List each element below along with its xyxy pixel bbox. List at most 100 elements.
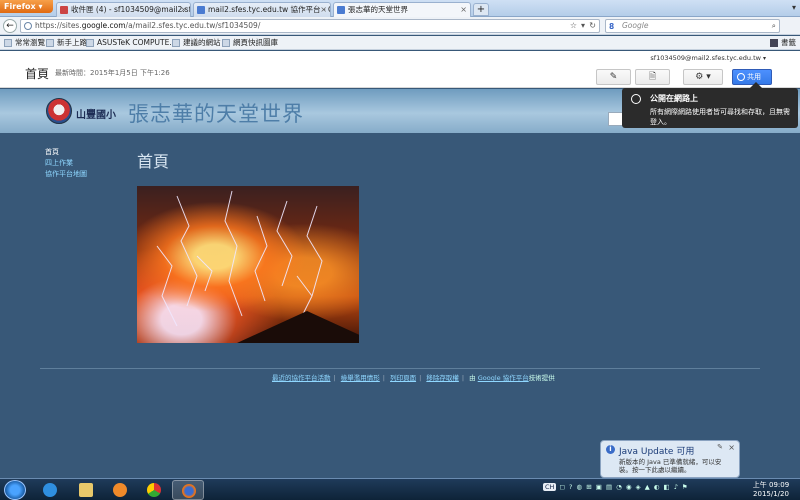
sites-icon — [337, 6, 345, 14]
close-icon[interactable]: × — [728, 443, 735, 452]
url-prefix: https://sites. — [35, 21, 82, 30]
start-button[interactable] — [4, 480, 26, 500]
volcanic-lightning-photo[interactable] — [137, 186, 359, 343]
windows-taskbar: CH ◻ ? ◍ ⊞ ▣ ▤ ◔ ◉ ◈ ▲ ◐ ◧ ♪ ⚑ 上午 09:09 … — [0, 478, 800, 500]
bookmark-label: 常常瀏覽 — [15, 38, 45, 47]
search-placeholder: Google — [622, 21, 649, 30]
language-indicator[interactable]: CH — [543, 483, 557, 491]
bookmark-item[interactable]: ASUSTeK COMPUTE... — [86, 36, 176, 50]
bookmark-item[interactable]: 新手上路 — [46, 36, 87, 50]
bookmark-icon — [4, 39, 12, 47]
back-button[interactable]: ← — [3, 19, 17, 33]
footer-link-google-sites[interactable]: Google 協作平台 — [478, 374, 529, 382]
sites-icon — [197, 6, 205, 14]
firefox-menu-button[interactable]: Firefox ▾ — [0, 0, 53, 13]
footer-powered-suffix: 技術提供 — [528, 374, 555, 382]
pencil-icon: ✎ — [609, 72, 618, 82]
tab-label: mail2.sfes.tyc.edu.tw 協作平台 - Go... — [208, 5, 330, 14]
close-icon[interactable]: × — [460, 3, 467, 16]
footer-divider — [40, 368, 760, 369]
chevron-down-icon[interactable]: ▾ — [792, 3, 796, 12]
firefox-icon — [182, 484, 196, 498]
search-input[interactable]: 8 Google ⌕ — [605, 19, 780, 33]
chevron-down-icon: ▾ — [706, 72, 711, 82]
bookmark-item[interactable]: 網頁快訊圖庫 — [222, 36, 278, 50]
chevron-down-icon: ▾ — [762, 55, 766, 62]
bookmark-label: ASUSTeK COMPUTE... — [97, 38, 177, 47]
bookmarks-toolbar: 常常瀏覽 新手上路 ASUSTeK COMPUTE... 建議的網站 網頁快訊圖… — [0, 36, 800, 50]
bookmark-label: 建議的網站 — [183, 38, 221, 47]
navigation-bar: ← https://sites.google.com/a/mail2.sfes.… — [0, 17, 800, 35]
firefox-menu-label: Firefox — [4, 2, 36, 11]
gmail-icon — [60, 6, 68, 14]
system-clock[interactable]: 上午 09:09 2015/1/20 — [745, 481, 797, 499]
sidebar-item-homework[interactable]: 四上作業 — [45, 158, 87, 169]
tab-label: 收件匣 (4) - sf1034509@mail2.sfes... — [71, 5, 191, 14]
folder-icon — [79, 483, 93, 497]
footer-link-recent-activity[interactable]: 最近的協作平台活動 — [272, 374, 331, 382]
globe-icon — [24, 22, 32, 30]
edit-page-button[interactable]: ✎ — [596, 69, 631, 85]
volcano-silhouette — [237, 311, 359, 343]
footer-link-remove-access[interactable]: 移除存取權 — [426, 374, 459, 382]
sidebar-item-sitemap[interactable]: 協作平台地圖 — [45, 169, 87, 180]
bookmark-label: 網頁快訊圖庫 — [233, 38, 278, 47]
wrench-icon[interactable]: ✎ — [717, 443, 723, 451]
url-host: google.com — [81, 21, 126, 30]
tab-label: 張志華的天堂世界 — [348, 5, 408, 14]
close-icon[interactable]: × — [180, 3, 187, 16]
sites-header: 首頁 最新時間：2015年1月5日 下午1:26 sf1034509@mail2… — [0, 51, 800, 88]
close-icon[interactable]: × — [320, 3, 327, 16]
reload-icon[interactable]: ↻ — [589, 20, 596, 32]
internet-explorer-icon — [43, 483, 57, 497]
globe-icon — [737, 73, 745, 81]
globe-icon — [631, 94, 641, 104]
new-tab-button[interactable]: + — [473, 3, 489, 16]
search-icon[interactable]: ⌕ — [772, 20, 776, 32]
google-search-engine-icon[interactable]: 8 — [609, 21, 614, 33]
footer-link-report-abuse[interactable]: 檢舉濫用情形 — [341, 374, 380, 382]
bookmark-item[interactable]: 常常瀏覽 — [4, 36, 45, 50]
new-page-button[interactable]: 🗎 — [635, 69, 670, 85]
bookmark-icon — [222, 39, 230, 47]
gear-icon: ⚙ — [695, 72, 704, 82]
tab-bar: Firefox ▾ 收件匣 (4) - sf1034509@mail2.sfes… — [0, 0, 800, 18]
bookmark-item[interactable]: 建議的網站 — [172, 36, 221, 50]
updated-timestamp: 最新時間：2015年1月5日 下午1:26 — [55, 69, 170, 77]
bookmark-icon — [172, 39, 180, 47]
taskbar-chrome[interactable] — [138, 480, 170, 500]
sidebar-navigation: 首頁 四上作業 協作平台地圖 — [45, 147, 87, 180]
account-menu[interactable]: sf1034509@mail2.sfes.tyc.edu.tw ▾ — [650, 54, 766, 62]
clock-time: 上午 09:09 — [752, 481, 790, 489]
bookmarks-menu[interactable]: 書籤 — [770, 36, 796, 50]
school-name: 山豐國小 — [76, 110, 116, 121]
bookmarks-icon — [770, 39, 778, 47]
main-heading: 首頁 — [137, 152, 170, 171]
footer-link-print[interactable]: 列印頁面 — [390, 374, 416, 382]
tab-current-site[interactable]: 張志華的天堂世界 × — [333, 2, 471, 18]
tab-sites-admin[interactable]: mail2.sfes.tyc.edu.tw 協作平台 - Go... × — [193, 2, 331, 17]
dropdown-icon[interactable]: ▾ — [581, 20, 585, 32]
site-title[interactable]: 張志華的天堂世界 — [128, 98, 304, 128]
tab-inbox[interactable]: 收件匣 (4) - sf1034509@mail2.sfes... × — [56, 2, 191, 17]
page-title: 首頁 — [25, 67, 50, 81]
java-update-notification[interactable]: i ✎ × Java Update 可用 新版本的 Java 已準備就緒，可以安… — [600, 440, 740, 478]
url-bar[interactable]: https://sites.google.com/a/mail2.sfes.ty… — [20, 19, 600, 33]
bookmark-icon — [86, 39, 94, 47]
school-logo — [46, 98, 72, 124]
taskbar-internet-explorer[interactable] — [34, 480, 66, 500]
page-content: 首頁 四上作業 協作平台地圖 首頁 最近的協作平台活動 | 檢舉濫用情形 | 列印頁… — [0, 133, 800, 478]
more-actions-button[interactable]: ⚙ ▾ — [683, 69, 723, 85]
tray-icons[interactable]: ◻ ? ◍ ⊞ ▣ ▤ ◔ ◉ ◈ ▲ ◐ ◧ ♪ ⚑ — [560, 483, 689, 491]
sidebar-item-home[interactable]: 首頁 — [45, 147, 87, 158]
clock-date: 2015/1/20 — [753, 490, 789, 498]
java-update-description: 新版本的 Java 已準備就緒，可以安裝。按一下此處以繼續。 — [619, 458, 722, 474]
star-icon[interactable]: ☆ — [570, 20, 577, 32]
bookmark-icon — [46, 39, 54, 47]
bookmark-label: 新手上路 — [57, 38, 87, 47]
share-label: 共用 — [747, 73, 761, 81]
taskbar-firefox[interactable] — [172, 480, 204, 500]
bookmarks-menu-label: 書籤 — [781, 38, 796, 47]
taskbar-file-explorer[interactable] — [70, 480, 102, 500]
taskbar-media-player[interactable] — [104, 480, 136, 500]
